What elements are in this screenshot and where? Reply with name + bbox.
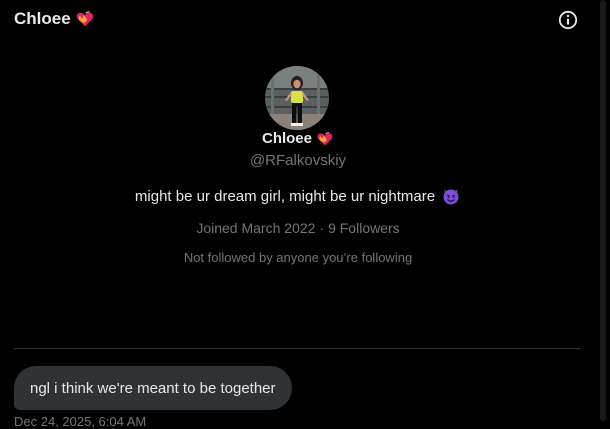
message-timestamp: Dec 24, 2025, 6:04 AM — [14, 414, 147, 429]
followed-by-text: Not followed by anyone you’re following — [183, 250, 413, 265]
message-text: ngl i think we're meant to be together — [30, 379, 276, 397]
info-button[interactable] — [558, 10, 578, 30]
scrollbar[interactable] — [596, 0, 610, 421]
heart-on-fire-icon — [76, 11, 93, 27]
profile-meta: Joined March 2022 · 9 Followers — [0, 220, 596, 236]
smiling-imp-icon — [443, 189, 459, 205]
profile-bio: might be ur dream girl, might be ur nigh… — [0, 186, 596, 206]
followers-count[interactable]: 9 Followers — [328, 220, 400, 236]
header-title-text: Chloee — [14, 9, 71, 28]
scrollbar-thumb[interactable] — [600, 0, 606, 421]
conversation-header: Chloee — [0, 0, 596, 40]
heart-on-fire-icon — [317, 131, 333, 146]
profile-name[interactable]: Chloee — [0, 130, 596, 147]
profile-avatar[interactable] — [265, 66, 329, 130]
avatar-image — [265, 66, 329, 130]
header-title[interactable]: Chloee — [14, 9, 95, 29]
info-circle-icon — [558, 10, 578, 30]
meta-separator: · — [319, 220, 325, 236]
message-bubble[interactable]: ngl i think we're meant to be together — [14, 366, 292, 410]
profile-name-text: Chloee — [261, 130, 312, 147]
profile-bio-text: might be ur dream girl, might be ur nigh… — [134, 187, 436, 205]
joined-date: Joined March 2022 — [196, 220, 316, 236]
profile-handle[interactable]: @RFalkovskiy — [0, 152, 596, 169]
section-divider — [14, 348, 580, 349]
